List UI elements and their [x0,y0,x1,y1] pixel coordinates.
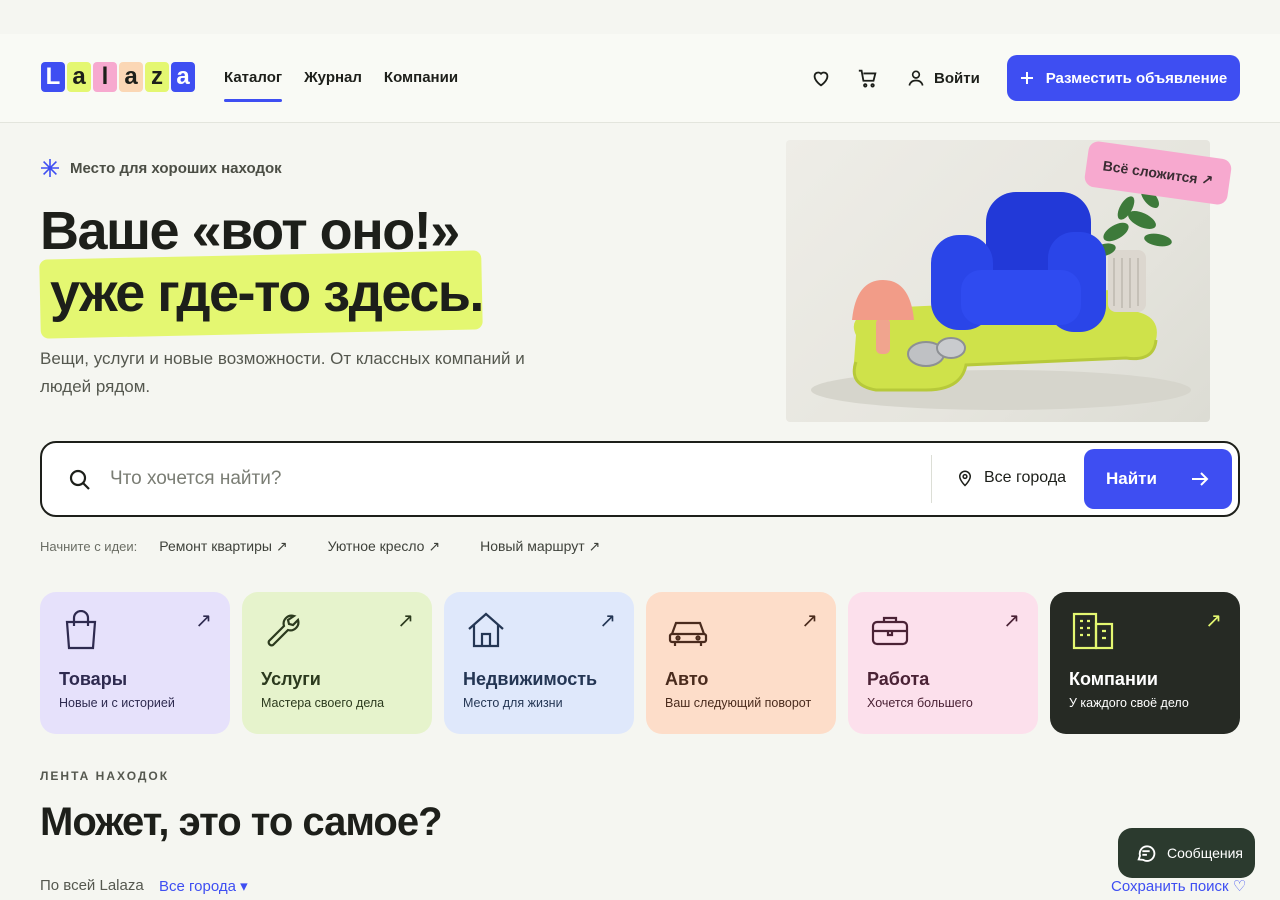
category-subtitle: Новые и с историей [59,696,175,710]
search-bar: Все города Найти [40,441,1240,517]
category-card-services[interactable]: ↗ Услуги Мастера своего дела [242,592,432,734]
idea-link[interactable]: Новый маршрут ↗ [480,538,600,555]
save-search-link[interactable]: Сохранить поиск ♡ [1111,877,1246,895]
logo[interactable]: L a l a z a [41,62,195,92]
nav-item-journal[interactable]: Журнал [304,34,362,123]
category-title: Авто [665,669,709,689]
main-nav: Каталог Журнал Компании [224,34,458,123]
user-icon [908,70,924,86]
logo-letter: a [119,62,143,92]
top-band [0,0,1280,34]
idea-link[interactable]: Уютное кресло ↗ [328,538,441,555]
category-subtitle: У каждого своё дело [1069,696,1189,710]
category-card-companies[interactable]: ↗ Компании У каждого своё дело [1050,592,1240,734]
building-icon [1072,610,1116,655]
logo-letter: z [145,62,169,92]
hero-title-line2: уже где-то здесь. [50,263,484,323]
arrow-up-right-icon: ↗ [1205,610,1222,632]
post-ad-label: Разместить объявление [1045,69,1228,87]
login-button[interactable]: Войти [906,68,980,88]
category-card-jobs[interactable]: ↗ Работа Хочется большего [848,592,1038,734]
login-label: Войти [934,69,980,87]
ideas-label: Начните с идеи: [40,539,138,554]
category-subtitle: Хочется большего [867,696,973,710]
wrench-icon [264,610,302,655]
chat-bubble-icon [1137,845,1156,862]
arrow-up-right-icon: ↗ [1003,610,1020,632]
category-subtitle: Ваш следующий поворот [665,696,812,710]
house-icon [466,610,506,655]
arrow-up-right-icon: ↗ [801,610,818,632]
logo-letter: l [93,62,117,92]
category-title: Недвижимость [463,669,598,689]
feed-city-filter[interactable]: Все города ▾ [159,877,248,895]
briefcase-icon [870,610,910,655]
find-button[interactable]: Найти [1084,449,1232,509]
category-title: Услуги [261,669,321,689]
feed-title: Может, это то самое? [40,800,443,844]
heart-icon[interactable] [810,67,832,89]
search-divider [931,455,932,503]
search-input[interactable] [110,459,910,499]
logo-letter: a [67,62,91,92]
car-icon [668,610,708,655]
nav-item-companies[interactable]: Компании [384,34,458,123]
site-header: L a l a z a Каталог Журнал Компании Войт… [0,34,1280,123]
category-subtitle: Место для жизни [463,696,563,710]
location-pin-icon [958,470,972,487]
sparkle-icon [41,159,59,177]
cart-icon[interactable] [857,67,879,89]
search-icon [68,468,92,497]
messages-button[interactable]: Сообщения [1118,828,1255,878]
feed-label: ЛЕНТА НАХОДОК [40,769,170,783]
category-title: Товары [59,669,128,689]
search-ideas: Начните с идеи: Ремонт квартиры ↗ Уютное… [40,538,640,555]
category-title: Работа [867,669,930,689]
hero-subtitle: Вещи, услуги и новые возможности. От кла… [40,349,525,396]
idea-link[interactable]: Ремонт квартиры ↗ [159,538,287,555]
arrow-up-right-icon: ↗ [195,610,212,632]
arrow-up-right-icon: ↗ [599,610,616,632]
nav-item-catalog[interactable]: Каталог [224,34,283,123]
tagline-text: Место для хороших находок [70,159,282,177]
plus-icon [1020,72,1033,84]
category-card-goods[interactable]: ↗ Товары Новые и с историей [40,592,230,734]
messages-label: Сообщения [1167,845,1243,861]
category-title: Компании [1069,669,1158,689]
category-card-realty[interactable]: ↗ Недвижимость Место для жизни [444,592,634,734]
city-label: Все города [984,469,1067,486]
post-ad-button[interactable]: Разместить объявление [1007,55,1240,101]
shopping-bag-icon [62,609,100,655]
category-subtitle: Мастера своего дела [261,696,385,710]
feed-scope: По всей Lalaza [40,877,144,894]
category-card-auto[interactable]: ↗ Авто Ваш следующий поворот [646,592,836,734]
logo-letter: a [171,62,195,92]
find-label: Найти [1106,469,1157,488]
arrow-up-right-icon: ↗ [397,610,414,632]
arrow-right-icon [1192,472,1209,486]
city-selector[interactable]: Все города [956,469,1066,487]
logo-letter: L [41,62,65,92]
hero-tagline: Место для хороших находок [40,158,282,178]
